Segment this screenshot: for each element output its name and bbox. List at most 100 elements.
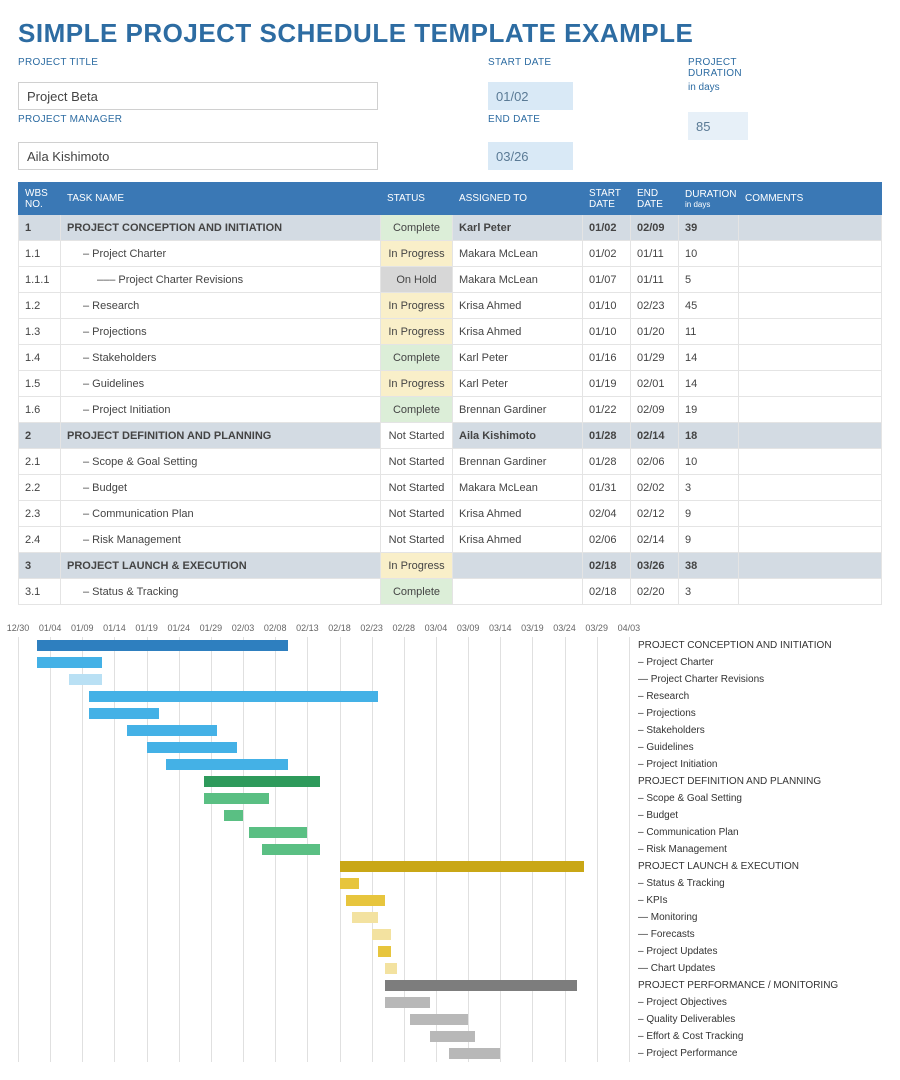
gantt-bar[interactable] — [385, 963, 398, 974]
axis-tick: 01/09 — [71, 623, 94, 633]
gantt-legend-item: – Status & Tracking — [638, 875, 878, 892]
table-row[interactable]: 1.4– StakeholdersCompleteKarl Peter01/16… — [19, 345, 882, 371]
gantt-bar[interactable] — [37, 657, 101, 668]
axis-tick: 02/13 — [296, 623, 319, 633]
gantt-bar[interactable] — [204, 776, 320, 787]
gantt-bar[interactable] — [340, 878, 359, 889]
schedule-table: WBS NO. TASK NAME STATUS ASSIGNED TO STA… — [18, 182, 882, 605]
start-date-field[interactable]: 01/02 — [488, 82, 573, 110]
axis-tick: 03/29 — [585, 623, 608, 633]
status-badge: On Hold — [381, 267, 453, 293]
gantt-legend-item: – Project Charter — [638, 654, 878, 671]
gantt-legend-item: – Project Updates — [638, 943, 878, 960]
end-date-field[interactable]: 03/26 — [488, 142, 573, 170]
gantt-bar[interactable] — [262, 844, 320, 855]
status-badge: Not Started — [381, 475, 453, 501]
col-assigned: ASSIGNED TO — [453, 183, 583, 215]
axis-tick: 04/03 — [618, 623, 641, 633]
status-badge: Not Started — [381, 527, 453, 553]
table-row[interactable]: 2.3– Communication PlanNot StartedKrisa … — [19, 501, 882, 527]
duration-field: 85 — [688, 112, 748, 140]
gantt-legend-item: PROJECT CONCEPTION AND INITIATION — [638, 637, 878, 654]
grid-line — [436, 637, 437, 1062]
grid-line — [565, 637, 566, 1062]
col-end: END DATE — [631, 183, 679, 215]
project-manager-label: PROJECT MANAGER — [18, 112, 388, 140]
gantt-bar[interactable] — [89, 691, 378, 702]
axis-tick: 12/30 — [7, 623, 30, 633]
axis-tick: 03/04 — [425, 623, 448, 633]
status-badge: Not Started — [381, 423, 453, 449]
table-row[interactable]: 1.3– ProjectionsIn ProgressKrisa Ahmed01… — [19, 319, 882, 345]
axis-tick: 03/14 — [489, 623, 512, 633]
table-row[interactable]: 1.2– ResearchIn ProgressKrisa Ahmed01/10… — [19, 293, 882, 319]
grid-line — [597, 637, 598, 1062]
table-row[interactable]: 2.1– Scope & Goal SettingNot StartedBren… — [19, 449, 882, 475]
table-row[interactable]: 2.2– BudgetNot StartedMakara McLean01/31… — [19, 475, 882, 501]
axis-tick: 03/19 — [521, 623, 544, 633]
gantt-bar[interactable] — [352, 912, 378, 923]
gantt-bar[interactable] — [69, 674, 101, 685]
axis-tick: 02/23 — [360, 623, 383, 633]
gantt-bar[interactable] — [166, 759, 288, 770]
duration-label: PROJECT DURATION — [688, 55, 778, 80]
project-title-field[interactable]: Project Beta — [18, 82, 378, 110]
gantt-bar[interactable] — [340, 861, 584, 872]
gantt-legend-item: – Project Initiation — [638, 756, 878, 773]
status-badge: In Progress — [381, 553, 453, 579]
gantt-bar[interactable] — [430, 1031, 475, 1042]
axis-tick: 01/04 — [39, 623, 62, 633]
status-badge: In Progress — [381, 371, 453, 397]
gantt-bar[interactable] — [385, 980, 578, 991]
gantt-chart: 12/3001/0401/0901/1401/1901/2401/2902/03… — [18, 623, 882, 1062]
status-badge: Complete — [381, 345, 453, 371]
gantt-bar[interactable] — [385, 997, 430, 1008]
axis-tick: 01/19 — [135, 623, 158, 633]
col-duration: DURATIONin days — [679, 183, 739, 215]
status-badge: Not Started — [381, 449, 453, 475]
grid-line — [18, 637, 19, 1062]
gantt-bar[interactable] — [372, 929, 391, 940]
axis-tick: 03/24 — [553, 623, 576, 633]
end-date-label: END DATE — [488, 112, 648, 140]
status-badge: In Progress — [381, 293, 453, 319]
status-badge: In Progress — [381, 319, 453, 345]
gantt-legend-item: PROJECT PERFORMANCE / MONITORING — [638, 977, 878, 994]
gantt-bar[interactable] — [147, 742, 237, 753]
col-wbs: WBS NO. — [19, 183, 61, 215]
gantt-bar[interactable] — [249, 827, 307, 838]
axis-tick: 02/28 — [393, 623, 416, 633]
gantt-bar[interactable] — [37, 640, 288, 651]
col-start: START DATE — [583, 183, 631, 215]
table-row[interactable]: 1PROJECT CONCEPTION AND INITIATIONComple… — [19, 215, 882, 241]
table-row[interactable]: 3.1– Status & TrackingComplete02/1802/20… — [19, 579, 882, 605]
table-row[interactable]: 1.1– Project CharterIn ProgressMakara Mc… — [19, 241, 882, 267]
gantt-bar[interactable] — [204, 793, 268, 804]
table-row[interactable]: 1.5– GuidelinesIn ProgressKarl Peter01/1… — [19, 371, 882, 397]
axis-tick: 02/08 — [264, 623, 287, 633]
gantt-legend-item: – Communication Plan — [638, 824, 878, 841]
gantt-bar[interactable] — [224, 810, 243, 821]
gantt-legend-item: – KPIs — [638, 892, 878, 909]
gantt-legend-item: – Guidelines — [638, 739, 878, 756]
table-row[interactable]: 3PROJECT LAUNCH & EXECUTIONIn Progress02… — [19, 553, 882, 579]
gantt-bar[interactable] — [410, 1014, 468, 1025]
gantt-bar[interactable] — [346, 895, 385, 906]
table-row[interactable]: 1.1.1––– Project Charter RevisionsOn Hol… — [19, 267, 882, 293]
axis-tick: 02/03 — [232, 623, 255, 633]
table-row[interactable]: 2.4– Risk ManagementNot StartedKrisa Ahm… — [19, 527, 882, 553]
status-badge: Not Started — [381, 501, 453, 527]
gantt-bar[interactable] — [378, 946, 391, 957]
project-manager-field[interactable]: Aila Kishimoto — [18, 142, 378, 170]
table-row[interactable]: 2PROJECT DEFINITION AND PLANNINGNot Star… — [19, 423, 882, 449]
gantt-bar[interactable] — [127, 725, 217, 736]
form-grid: PROJECT TITLE START DATE PROJECT DURATIO… — [18, 55, 882, 170]
gantt-bar[interactable] — [89, 708, 160, 719]
gantt-legend-item: – Projections — [638, 705, 878, 722]
table-row[interactable]: 1.6– Project InitiationCompleteBrennan G… — [19, 397, 882, 423]
col-comments: COMMENTS — [739, 183, 882, 215]
grid-line — [532, 637, 533, 1062]
gantt-bar[interactable] — [449, 1048, 500, 1059]
project-title-label: PROJECT TITLE — [18, 55, 388, 80]
gantt-legend-item: – Research — [638, 688, 878, 705]
